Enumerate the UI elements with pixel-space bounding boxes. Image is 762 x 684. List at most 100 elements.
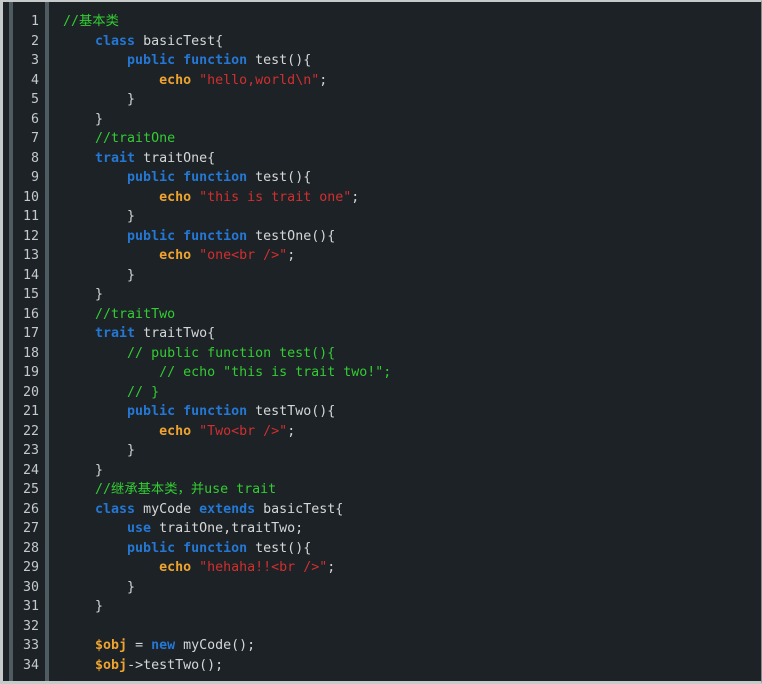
line-number[interactable]: 21 bbox=[13, 402, 39, 422]
code-line[interactable]: //traitOne bbox=[63, 129, 761, 149]
line-number[interactable]: 13 bbox=[13, 246, 39, 266]
plain-token: myCode bbox=[135, 501, 200, 517]
code-line[interactable]: } bbox=[63, 461, 761, 481]
code-line[interactable]: echo "one<br />"; bbox=[63, 246, 761, 266]
code-line[interactable]: class myCode extends basicTest{ bbox=[63, 500, 761, 520]
code-line[interactable]: // public function test(){ bbox=[63, 344, 761, 364]
code-line[interactable]: use traitOne,traitTwo; bbox=[63, 519, 761, 539]
line-number[interactable]: 28 bbox=[13, 539, 39, 559]
keyword-token: public bbox=[127, 540, 176, 556]
line-number[interactable]: 18 bbox=[13, 344, 39, 364]
line-number[interactable]: 20 bbox=[13, 383, 39, 403]
line-number[interactable]: 15 bbox=[13, 285, 39, 305]
code-line[interactable]: } bbox=[63, 90, 761, 110]
line-number[interactable]: 14 bbox=[13, 266, 39, 286]
line-number[interactable]: 22 bbox=[13, 422, 39, 442]
keyword-token: public bbox=[127, 404, 176, 419]
code-line[interactable]: public function testTwo(){ bbox=[63, 402, 761, 422]
code-line[interactable]: echo "this is trait one"; bbox=[63, 188, 761, 208]
line-number[interactable]: 9 bbox=[13, 168, 39, 188]
code-line[interactable]: } bbox=[63, 441, 761, 461]
code-line[interactable]: echo "hello,world\n"; bbox=[63, 71, 761, 91]
code-line[interactable]: public function test(){ bbox=[63, 51, 761, 71]
line-number[interactable]: 32 bbox=[13, 617, 39, 637]
line-number[interactable]: 16 bbox=[13, 305, 39, 325]
code-line[interactable]: trait traitOne{ bbox=[63, 149, 761, 169]
line-number[interactable]: 24 bbox=[13, 461, 39, 481]
code-line[interactable]: //继承基本类，并use trait bbox=[63, 480, 761, 500]
code-line[interactable]: } bbox=[63, 578, 761, 598]
code-line[interactable] bbox=[63, 617, 761, 637]
code-line[interactable]: } bbox=[63, 597, 761, 617]
code-line[interactable]: } bbox=[63, 207, 761, 227]
code-line[interactable]: //基本类 bbox=[63, 12, 761, 32]
line-number[interactable]: 17 bbox=[13, 324, 39, 344]
line-number[interactable]: 1 bbox=[13, 12, 39, 32]
plain-token: basicTest{ bbox=[255, 501, 344, 517]
line-number[interactable]: 4 bbox=[13, 71, 39, 91]
line-number[interactable]: 6 bbox=[13, 110, 39, 130]
code-line[interactable]: public function test(){ bbox=[63, 539, 761, 559]
line-number[interactable]: 19 bbox=[13, 363, 39, 383]
line-number[interactable]: 2 bbox=[13, 32, 39, 52]
code-line[interactable]: public function test(){ bbox=[63, 168, 761, 188]
plain-token: myCode(); bbox=[175, 638, 256, 653]
code-line[interactable]: echo "Two<br />"; bbox=[63, 422, 761, 442]
line-number[interactable]: 11 bbox=[13, 207, 39, 227]
line-number[interactable]: 31 bbox=[13, 597, 39, 617]
code-line[interactable]: } bbox=[63, 110, 761, 130]
code-line[interactable]: public function testOne(){ bbox=[63, 227, 761, 247]
code-line[interactable]: // echo "this is trait two!"; bbox=[63, 363, 761, 383]
code-area[interactable]: //基本类 class basicTest{ public function t… bbox=[49, 2, 761, 681]
keyword-token: trait bbox=[95, 150, 136, 166]
line-number[interactable]: 23 bbox=[13, 441, 39, 461]
line-number[interactable]: 34 bbox=[13, 656, 39, 676]
line-number[interactable]: 25 bbox=[13, 480, 39, 500]
code-line[interactable]: $obj = new myCode(); bbox=[63, 636, 761, 656]
line-number[interactable]: 8 bbox=[13, 149, 39, 169]
code-line[interactable]: //traitTwo bbox=[63, 305, 761, 325]
code-line[interactable]: echo "hehaha!!<br />"; bbox=[63, 558, 761, 578]
code-line[interactable]: $obj->testTwo(); bbox=[63, 656, 761, 676]
keyword-token: public bbox=[127, 53, 176, 68]
line-number[interactable]: 10 bbox=[13, 188, 39, 208]
line-number[interactable]: 29 bbox=[13, 558, 39, 578]
plain-token: traitTwo{ bbox=[135, 326, 216, 341]
code-line[interactable]: class basicTest{ bbox=[63, 32, 761, 52]
line-number[interactable]: 30 bbox=[13, 578, 39, 598]
line-number[interactable]: 7 bbox=[13, 129, 39, 149]
keyword-token: public bbox=[127, 170, 176, 185]
line-number[interactable]: 5 bbox=[13, 90, 39, 110]
plain-token: ; bbox=[287, 248, 296, 263]
code-editor-window: 1 2 3 4 5 6 7 8 9 10 11 12 13 14 15 16 17 18 19 20 21 22 23 24 2… bbox=[0, 0, 762, 684]
code-line[interactable]: trait traitTwo{ bbox=[63, 324, 761, 344]
comment-token: //基本类 bbox=[63, 14, 119, 29]
line-number[interactable]: 26 bbox=[13, 500, 39, 520]
plain-token: } bbox=[63, 599, 104, 614]
line-number[interactable]: 27 bbox=[13, 519, 39, 539]
code-line[interactable]: } bbox=[63, 266, 761, 286]
code-line[interactable]: } bbox=[63, 285, 761, 305]
code-line[interactable]: // } bbox=[63, 383, 761, 403]
line-number-gutter[interactable]: 1 2 3 4 5 6 7 8 9 10 11 12 13 14 15 16 17 18 19 20 21 22 23 24 2… bbox=[13, 2, 45, 681]
plain-token: test(){ bbox=[247, 540, 312, 556]
line-number[interactable]: 33 bbox=[13, 636, 39, 656]
line-number[interactable]: 12 bbox=[13, 227, 39, 247]
line-number[interactable]: 3 bbox=[13, 51, 39, 71]
builtin-token: $obj bbox=[95, 657, 128, 673]
plain-token: = bbox=[127, 638, 152, 653]
